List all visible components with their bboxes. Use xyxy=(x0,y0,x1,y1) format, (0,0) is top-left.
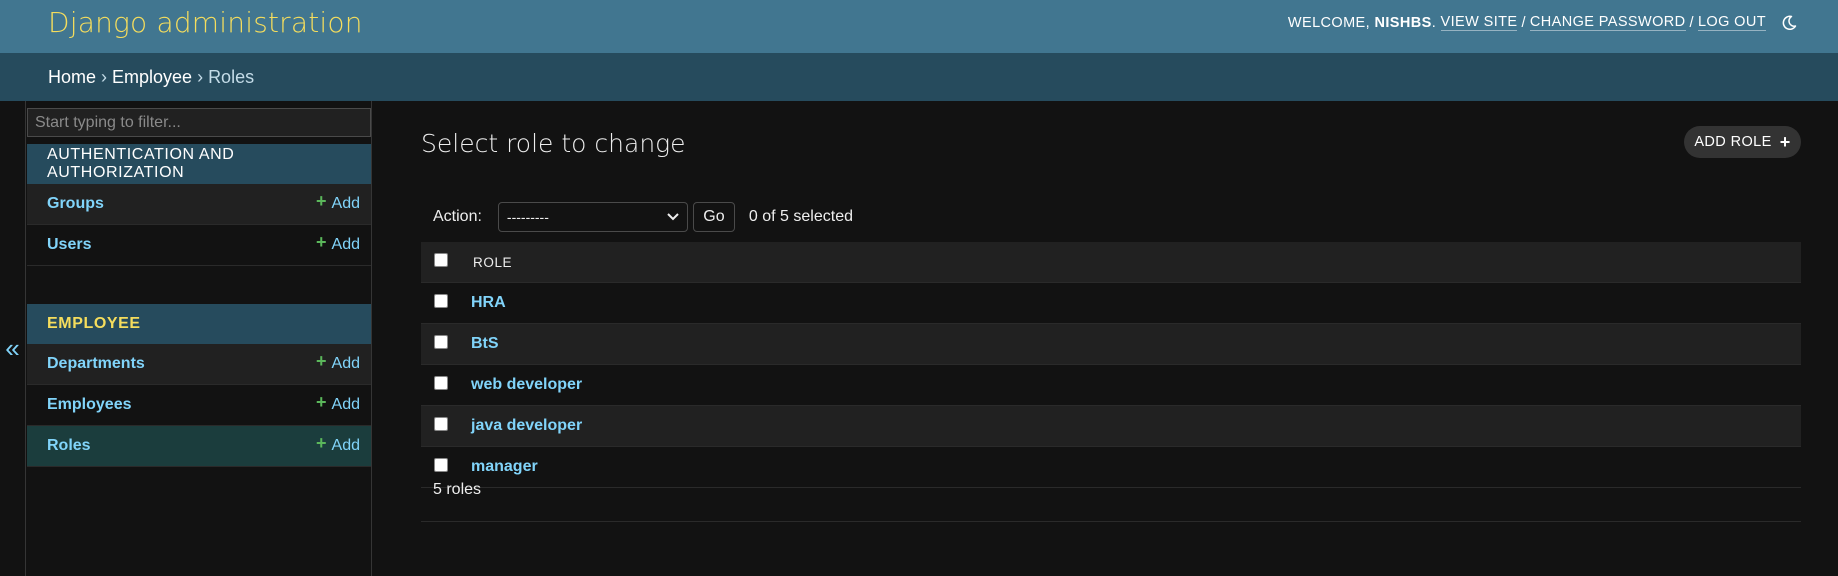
breadcrumb-current: Roles xyxy=(208,66,255,87)
add-label: Add xyxy=(331,236,360,253)
select-all-checkbox[interactable] xyxy=(434,253,448,267)
breadcrumb-employee[interactable]: Employee xyxy=(112,67,192,88)
role-link[interactable]: HRA xyxy=(471,294,506,312)
add-label: Add xyxy=(331,195,360,212)
add-label: Add xyxy=(331,355,360,372)
change-password-link[interactable]: CHANGE PASSWORD xyxy=(1529,14,1686,31)
sidebar-link-users[interactable]: Users xyxy=(47,236,91,254)
row-checkbox[interactable] xyxy=(434,294,448,308)
sidebar-link-employees[interactable]: Employees xyxy=(47,396,131,414)
row-checkbox[interactable] xyxy=(434,376,448,390)
role-link[interactable]: web developer xyxy=(471,376,582,394)
separator: / xyxy=(1521,14,1526,31)
result-table: ROLE HRA BtS web developer java develope… xyxy=(421,242,1801,488)
breadcrumb-separator: › xyxy=(197,66,204,87)
sidebar-link-departments[interactable]: Departments xyxy=(47,355,145,373)
sidebar-item-departments: Departments + Add xyxy=(27,344,371,385)
double-chevron-left-icon: « xyxy=(5,333,20,363)
action-label: Action: xyxy=(433,208,482,225)
sidebar-item-users: Users + Add xyxy=(27,225,371,266)
action-selected-value: --------- xyxy=(506,209,549,225)
table-row: BtS xyxy=(421,324,1801,365)
view-site-link[interactable]: VIEW SITE xyxy=(1440,14,1518,31)
welcome-label: WELCOME, xyxy=(1287,14,1371,31)
action-counter: 0 of 5 selected xyxy=(748,208,853,225)
log-out-link[interactable]: LOG OUT xyxy=(1697,14,1766,31)
site-header: Django administration WELCOME, NISHBS. V… xyxy=(0,0,1838,53)
module-caption-auth[interactable]: AUTHENTICATION AND AUTHORIZATION xyxy=(27,144,371,184)
page-title: Select role to change xyxy=(421,129,686,158)
plus-icon: + xyxy=(316,433,327,453)
module-caption-employee[interactable]: EMPLOYEE xyxy=(27,304,371,344)
sidebar-item-employees: Employees + Add xyxy=(27,385,371,426)
nav-sidebar: AUTHENTICATION AND AUTHORIZATION Groups … xyxy=(27,101,372,576)
add-departments-link[interactable]: + Add xyxy=(316,351,360,373)
table-row: web developer xyxy=(421,365,1801,406)
row-checkbox[interactable] xyxy=(434,335,448,349)
actions-bar: Action: --------- Go 0 of 5 selected xyxy=(421,198,1801,236)
add-role-label: ADD ROLE xyxy=(1694,134,1772,150)
plus-icon: + xyxy=(316,232,327,252)
moon-icon[interactable] xyxy=(1780,14,1798,32)
site-branding[interactable]: Django administration xyxy=(48,6,363,39)
add-label: Add xyxy=(331,396,360,413)
go-button[interactable]: Go xyxy=(692,202,735,232)
paginator: 5 roles xyxy=(421,459,1801,522)
plus-icon: + xyxy=(1779,131,1791,152)
nav-filter-input[interactable] xyxy=(27,108,371,137)
sidebar-toggle-button[interactable]: « xyxy=(0,101,26,576)
role-link[interactable]: BtS xyxy=(471,335,499,353)
sidebar-link-groups[interactable]: Groups xyxy=(47,195,104,213)
sidebar-link-roles[interactable]: Roles xyxy=(47,437,91,455)
add-users-link[interactable]: + Add xyxy=(316,232,360,254)
plus-icon: + xyxy=(316,351,327,371)
breadcrumb: Home › Employee › Roles xyxy=(0,53,1838,101)
user-tools: WELCOME, NISHBS. VIEW SITE / CHANGE PASSWO… xyxy=(1288,14,1798,32)
add-label: Add xyxy=(331,437,360,454)
row-checkbox[interactable] xyxy=(434,417,448,431)
table-row: java developer xyxy=(421,406,1801,447)
chevron-down-icon xyxy=(667,213,679,221)
sidebar-item-groups: Groups + Add xyxy=(27,184,371,225)
add-employees-link[interactable]: + Add xyxy=(316,392,360,414)
add-groups-link[interactable]: + Add xyxy=(316,191,360,213)
column-header-role[interactable]: ROLE xyxy=(473,255,512,270)
add-roles-link[interactable]: + Add xyxy=(316,433,360,455)
table-row: HRA xyxy=(421,283,1801,324)
plus-icon: + xyxy=(316,392,327,412)
username: NISHBS xyxy=(1374,14,1432,31)
sidebar-item-roles: Roles + Add xyxy=(27,426,371,467)
role-link[interactable]: java developer xyxy=(471,417,582,435)
table-header-row: ROLE xyxy=(421,242,1801,283)
breadcrumb-separator: › xyxy=(101,66,108,87)
action-select[interactable]: --------- xyxy=(497,202,688,232)
plus-icon: + xyxy=(316,191,327,211)
separator: / xyxy=(1689,14,1694,31)
add-role-button[interactable]: ADD ROLE + xyxy=(1684,126,1801,158)
breadcrumb-home[interactable]: Home xyxy=(48,67,96,88)
